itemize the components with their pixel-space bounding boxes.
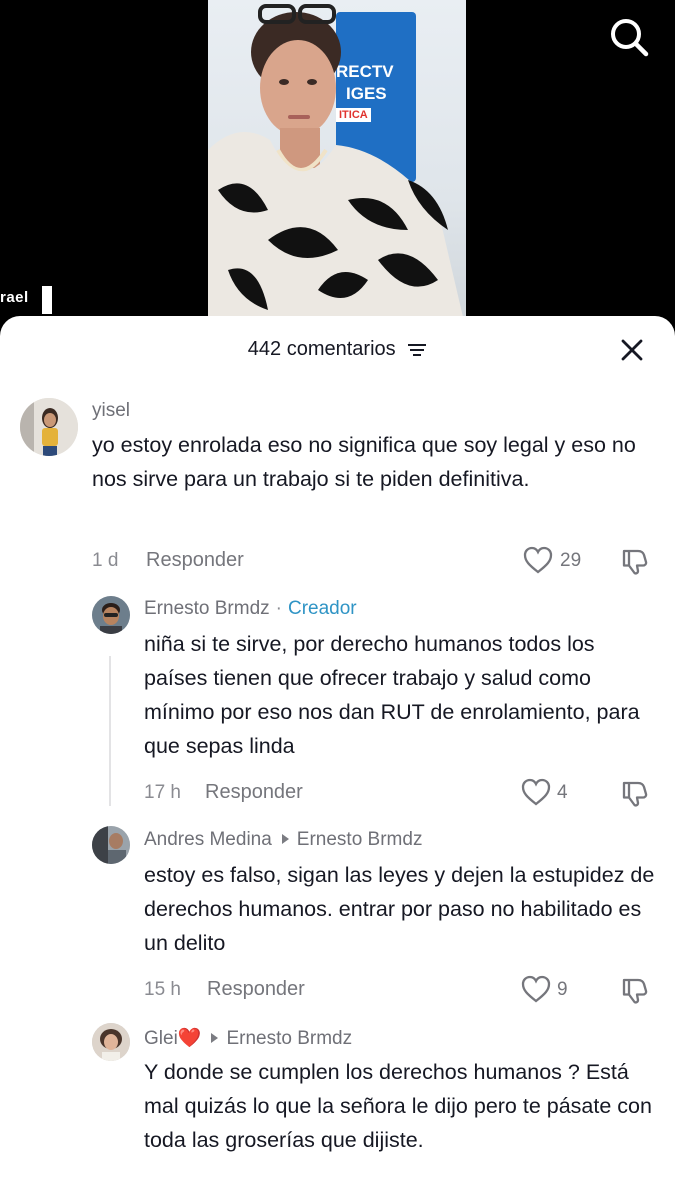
avatar[interactable] (92, 1023, 130, 1061)
search-icon (611, 19, 649, 57)
reply-to-username[interactable]: Ernesto Brmdz (226, 1028, 352, 1049)
reply-header: Glei❤️ Ernesto Brmdz (144, 1026, 352, 1050)
comment-username[interactable]: Glei❤️ (144, 1028, 201, 1049)
reply-arrow-icon (211, 1033, 219, 1044)
search-button[interactable] (606, 14, 652, 60)
video-caption: rael (0, 289, 29, 306)
comments-sheet: 442 comentarios yisel yo estoy enrolada … (0, 316, 675, 1200)
comment-text: Y donde se cumplen los derechos humanos … (144, 1060, 652, 1152)
video-frame: RECTV IGES ITICA (208, 0, 466, 330)
video-player[interactable]: RECTV IGES ITICA rael (0, 0, 675, 330)
person-figure (208, 4, 466, 330)
reply-item: Glei❤️ Ernesto Brmdz Y donde se cumplen l… (0, 316, 675, 1200)
caption-cursor (42, 286, 52, 314)
